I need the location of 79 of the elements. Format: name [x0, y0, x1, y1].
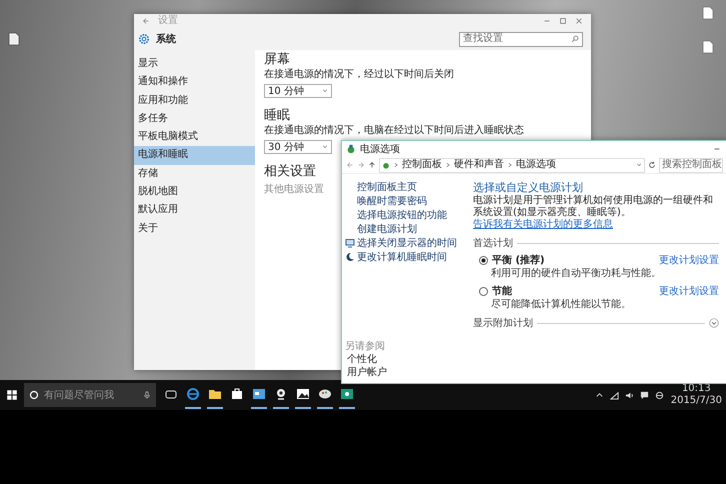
task-link[interactable]: 创建电源计划 [357, 222, 417, 236]
sidebar-item[interactable]: 电源和睡眠 [134, 146, 255, 165]
change-plan-link[interactable]: 更改计划设置 [659, 284, 719, 298]
sidebar-item[interactable]: 通知和操作 [134, 73, 255, 92]
power-settings-link[interactable]: 其他电源设置 [264, 182, 324, 196]
windows-logo-icon[interactable] [6, 389, 18, 401]
learn-more-link[interactable]: 告诉我有关电源计划的更多信息 [473, 219, 613, 230]
section-title: 系统 [156, 32, 176, 46]
plan-name: 节能 [492, 284, 512, 298]
time-dropdown[interactable]: 30 分钟 [264, 140, 332, 154]
description-text: 电源计划是用于管理计算机如何使用电源的一组硬件和系统设置(如显示器亮度、睡眠等)。 [473, 195, 713, 218]
sidebar-item[interactable]: 显示 [134, 55, 255, 74]
task-link[interactable]: 更改计算机睡眠时间 [357, 250, 447, 264]
up-arrow-icon[interactable] [368, 161, 376, 169]
chevron-down-icon [322, 144, 328, 150]
sidebar-item[interactable]: 应用和功能 [134, 92, 255, 110]
breadcrumb-item[interactable]: 控制面板 [402, 159, 442, 171]
window-title: 设置 [158, 15, 178, 27]
sidebar-item[interactable]: 平板电脑模式 [134, 128, 255, 146]
plan-description: 利用可用的硬件自动平衡功耗与性能。 [490, 267, 662, 280]
chevron-down-icon[interactable] [636, 162, 642, 168]
task-link[interactable]: 控制面板主页 [357, 180, 417, 194]
clock-date: 2015/7/30 [670, 395, 722, 407]
search-field[interactable]: 有问题尽管问我 [24, 383, 156, 407]
moon-icon [345, 252, 355, 262]
sidebar-item[interactable]: 脱机地图 [134, 183, 255, 202]
sidebar-item[interactable]: 默认应用 [134, 201, 255, 220]
sidebar-item[interactable]: 关于 [134, 220, 255, 238]
sidebar-item[interactable]: 存储 [134, 164, 255, 184]
settings-icon [138, 33, 150, 45]
monitor-icon [345, 238, 355, 248]
see-also-link[interactable]: 个性化 [345, 353, 469, 366]
radio-button[interactable] [479, 286, 488, 296]
time-dropdown[interactable]: 10 分钟 [264, 84, 332, 98]
task-link[interactable]: 选择电源按钮的功能 [357, 208, 447, 222]
volume-icon[interactable] [624, 390, 634, 400]
section-heading: 睡眠 [264, 108, 290, 124]
setting-label: 在接通电源的情况下，经过以下时间后关闭 [264, 68, 454, 82]
clock-time: 10:13 [682, 383, 711, 395]
close-icon[interactable] [575, 17, 583, 25]
search-icon [571, 35, 579, 43]
expand-chevron-icon[interactable] [709, 318, 719, 328]
microphone-icon[interactable] [143, 391, 151, 399]
notification-icon[interactable] [640, 390, 649, 400]
caret-up-icon[interactable] [594, 390, 604, 400]
task-link[interactable]: 唤醒时需要密码 [357, 194, 427, 208]
refresh-icon[interactable] [648, 161, 656, 169]
plan-description: 尽可能降低计算机性能以节能。 [490, 298, 632, 311]
back-arrow-icon[interactable] [142, 17, 150, 25]
circle-icon [29, 390, 39, 400]
section-heading: 屏幕 [264, 52, 290, 68]
see-also-link[interactable]: 用户帐户 [345, 366, 469, 379]
address-bar[interactable]: 控制面板 硬件和声音 电源选项 [379, 158, 645, 172]
chevron-right-icon [393, 162, 399, 168]
change-plan-link[interactable]: 更改计划设置 [659, 253, 719, 267]
chevron-right-icon [507, 162, 513, 168]
section-heading: 相关设置 [264, 164, 316, 180]
breadcrumb-item[interactable]: 电源选项 [516, 159, 556, 171]
task-link[interactable]: 选择关闭显示器的时间 [357, 236, 457, 250]
maximize-icon[interactable] [559, 17, 567, 25]
network-icon[interactable] [610, 390, 619, 400]
chevron-down-icon [322, 88, 328, 94]
expander-label[interactable]: 显示附加计划 [473, 316, 533, 330]
clock[interactable]: 10:13 2015/7/30 [666, 383, 726, 407]
page-heading: 选择或自定义电源计划 [473, 180, 584, 194]
see-also-heading: 另请参阅 [345, 340, 386, 353]
document-icon[interactable] [702, 40, 714, 54]
file-icon[interactable] [8, 32, 20, 46]
window-title: 电源选项 [360, 142, 400, 156]
search-field[interactable]: 搜索控制面板 [659, 158, 723, 172]
document-icon[interactable] [702, 6, 714, 20]
sidebar-item[interactable]: 多任务 [134, 110, 255, 128]
breadcrumb-item[interactable]: 硬件和声音 [454, 159, 504, 171]
chevron-right-icon [445, 162, 451, 168]
setting-label: 在接通电源的情况下，电脑在经过以下时间后进入睡眠状态 [264, 124, 524, 138]
search-field[interactable]: 查找设置 [459, 32, 583, 46]
plan-name: 平衡 (推荐) [492, 254, 545, 267]
group-label: 首选计划 [473, 236, 513, 250]
radio-button[interactable] [479, 256, 488, 264]
